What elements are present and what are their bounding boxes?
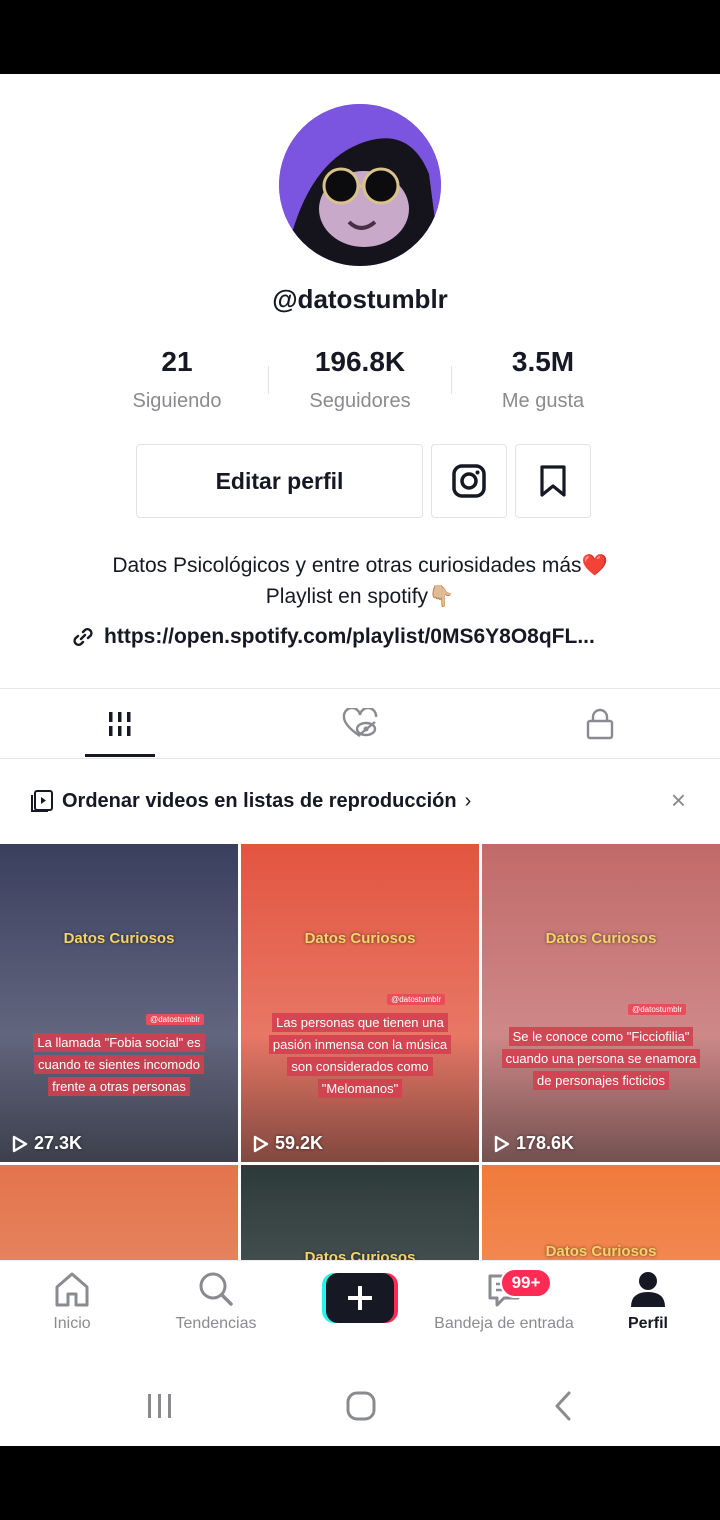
- video-caption-text: La llamada "Fobia social" es cuando te s…: [33, 1033, 205, 1096]
- play-count-value: 178.6K: [516, 1133, 575, 1153]
- nav-profile-label: Perfil: [627, 1315, 668, 1332]
- video-title: Datos Curiosos: [63, 930, 175, 947]
- lock-icon: [586, 708, 614, 740]
- tab-videos[interactable]: [0, 690, 240, 758]
- chevron-right-icon: ›: [464, 789, 472, 812]
- recent-apps-icon: [148, 1394, 171, 1418]
- home-button[interactable]: [345, 1390, 377, 1427]
- close-icon[interactable]: ×: [671, 785, 686, 816]
- followers-count: 196.8K: [314, 346, 406, 377]
- video-thumbnail[interactable]: Datos Curiosos @datostumblr Se le conoce…: [482, 844, 720, 1162]
- instagram-button[interactable]: [431, 444, 507, 518]
- nav-home[interactable]: Inicio: [0, 1269, 144, 1333]
- bookmarks-button[interactable]: [515, 444, 591, 518]
- back-icon: [555, 1391, 571, 1421]
- home-icon: [55, 1272, 89, 1307]
- nav-home-label: Inicio: [53, 1315, 91, 1332]
- playlist-banner[interactable]: Ordenar videos en listas de reproducción…: [0, 760, 720, 842]
- inbox-badge: 99+: [500, 1268, 552, 1298]
- video-thumbnail[interactable]: Datos Curiosos @datostumblr La llamada "…: [0, 844, 238, 1162]
- nav-inbox-label: Bandeja de entrada: [434, 1315, 574, 1332]
- divider: [0, 758, 720, 759]
- active-tab-indicator: [85, 754, 155, 757]
- status-bar: [0, 0, 720, 74]
- stat-likes[interactable]: 3.5M Me gusta: [453, 346, 633, 413]
- bookmark-icon: [540, 465, 566, 497]
- home-circle-icon: [346, 1391, 376, 1421]
- play-count-value: 27.3K: [34, 1133, 83, 1153]
- bio-line: Playlist en spotify👇🏼: [265, 585, 455, 608]
- bottom-nav: Inicio Tendencias Bandeja de entrada Per…: [0, 1260, 720, 1369]
- video-play-count: 178.6K: [494, 1133, 574, 1154]
- back-button[interactable]: [551, 1390, 575, 1427]
- grid-icon: [109, 712, 131, 736]
- video-thumbnail[interactable]: Datos Curiosos @datostumblr Las personas…: [241, 844, 479, 1162]
- bio-line: Datos Psicológicos y entre otras curiosi…: [112, 554, 608, 577]
- tab-private[interactable]: [480, 690, 720, 758]
- link-text: https://open.spotify.com/playlist/0MS6Y8…: [104, 625, 595, 648]
- divider: [0, 688, 720, 689]
- video-title: Datos Curiosos: [545, 1243, 657, 1260]
- video-caption: Las personas que tienen una pasión inmen…: [259, 1012, 461, 1100]
- video-caption: La llamada "Fobia social" es cuando te s…: [18, 1032, 220, 1098]
- nav-discover[interactable]: Tendencias: [144, 1269, 288, 1333]
- video-play-count: 59.2K: [253, 1133, 323, 1154]
- nav-discover-label: Tendencias: [175, 1315, 257, 1332]
- video-caption-text: Las personas que tienen una pasión inmen…: [268, 1013, 452, 1098]
- video-caption: Se le conoce como "Ficciofilia" cuando u…: [500, 1026, 702, 1092]
- likes-count: 3.5M: [511, 346, 575, 377]
- playlist-icon: [31, 790, 53, 812]
- search-icon: [199, 1272, 233, 1306]
- likes-label: Me gusta: [501, 390, 585, 412]
- bio: Datos Psicológicos y entre otras curiosi…: [0, 550, 720, 612]
- following-label: Siguiendo: [132, 390, 222, 412]
- stat-followers[interactable]: 196.8K Seguidores: [270, 346, 450, 413]
- stat-divider: [451, 366, 452, 394]
- tab-liked[interactable]: [240, 690, 480, 758]
- profile-screen: @datostumblr 21 Siguiendo 196.8K Seguido…: [0, 74, 720, 1446]
- create-button[interactable]: [322, 1273, 398, 1323]
- followers-label: Seguidores: [309, 390, 411, 412]
- video-handle: @datostumblr: [146, 1014, 204, 1025]
- stat-following[interactable]: 21 Siguiendo: [87, 346, 267, 413]
- stat-divider: [268, 366, 269, 394]
- username: @datostumblr: [272, 284, 448, 314]
- screen-bottom-edge: [0, 1446, 720, 1520]
- play-count-value: 59.2K: [275, 1133, 324, 1153]
- video-title: Datos Curiosos: [545, 930, 657, 947]
- link-icon: [73, 628, 93, 646]
- profile-icon: [631, 1272, 665, 1307]
- play-icon: [12, 1135, 28, 1152]
- following-count: 21: [161, 346, 193, 377]
- video-handle: @datostumblr: [387, 994, 445, 1005]
- nav-profile[interactable]: Perfil: [576, 1269, 720, 1333]
- video-play-count: 27.3K: [12, 1133, 82, 1154]
- profile-link[interactable]: https://open.spotify.com/playlist/0MS6Y8…: [72, 625, 692, 649]
- avatar[interactable]: [279, 104, 441, 266]
- video-title: Datos Curiosos: [304, 930, 416, 947]
- create-icon: [322, 1273, 398, 1323]
- play-icon: [494, 1135, 510, 1152]
- playlist-banner-label: Ordenar videos en listas de reproducción: [62, 789, 457, 812]
- liked-hidden-icon: [342, 708, 378, 737]
- edit-profile-button[interactable]: Editar perfil: [136, 444, 423, 518]
- video-handle: @datostumblr: [628, 1004, 686, 1015]
- recent-apps-button[interactable]: [146, 1390, 174, 1425]
- instagram-icon: [452, 464, 486, 498]
- play-icon: [253, 1135, 269, 1152]
- video-caption-text: Se le conoce como "Ficciofilia" cuando u…: [501, 1027, 701, 1090]
- system-nav-bar: [0, 1368, 720, 1446]
